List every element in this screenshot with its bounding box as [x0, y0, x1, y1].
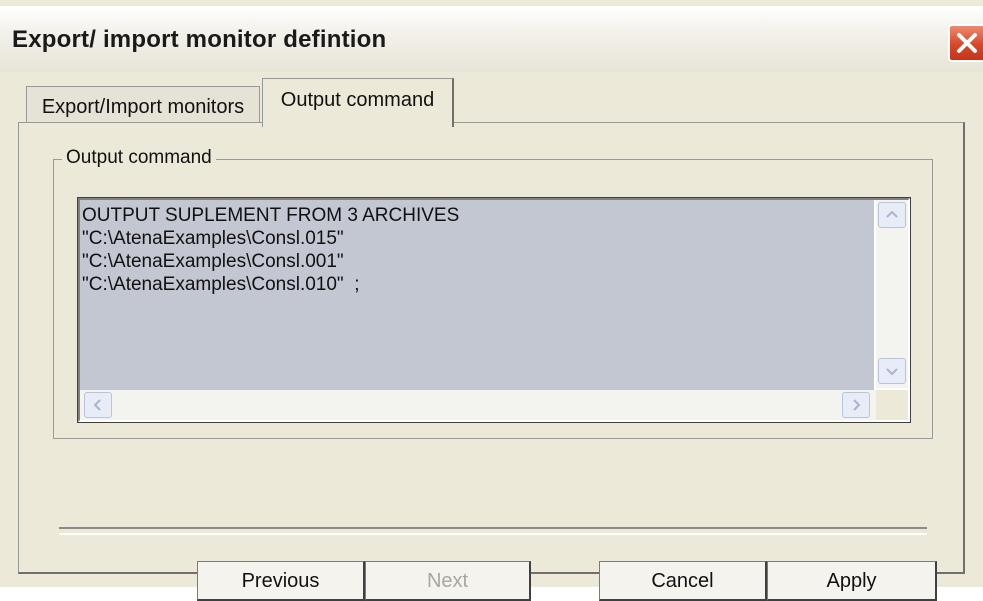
tab-export-import-monitors[interactable]: Export/Import monitors [26, 86, 260, 126]
window-title: Export/ import monitor defintion [12, 26, 387, 53]
tab-label: Output command [280, 89, 435, 111]
command-line-4: "C:\AtenaExamples\Consl.010" ; [82, 274, 360, 295]
scroll-up-button[interactable] [878, 202, 906, 228]
tab-output-command[interactable]: Output command [262, 78, 454, 127]
scroll-right-button[interactable] [842, 392, 870, 418]
apply-button[interactable]: Apply [767, 561, 937, 601]
output-command-textarea[interactable]: OUTPUT SUPLEMENT FROM 3 ARCHIVES "C:\Ate… [77, 197, 911, 423]
scroll-up-icon [886, 210, 898, 218]
command-line-2: "C:\AtenaExamples\Consl.015" [82, 228, 344, 249]
dialog-window: Export/ import monitor defintion Export/… [0, 0, 983, 601]
vertical-scrollbar[interactable] [876, 200, 908, 388]
title-bar[interactable]: Export/ import monitor defintion [0, 6, 983, 72]
scroll-down-icon [886, 368, 898, 376]
scroll-down-button[interactable] [878, 358, 906, 384]
dialog-client-area: Export/Import monitors Output command Ou… [0, 72, 983, 601]
close-button[interactable] [948, 24, 983, 62]
next-button[interactable]: Next [365, 561, 531, 601]
output-command-group: Output command OUTPUT SUPLEMENT FROM 3 A… [53, 147, 933, 439]
scroll-left-icon [93, 399, 101, 411]
group-label: Output command [62, 147, 216, 169]
horizontal-scrollbar[interactable] [80, 390, 876, 420]
previous-button[interactable]: Previous [197, 561, 365, 601]
command-text: OUTPUT SUPLEMENT FROM 3 ARCHIVES "C:\Ate… [82, 204, 872, 384]
tab-panel: Output command OUTPUT SUPLEMENT FROM 3 A… [18, 122, 965, 601]
close-icon [957, 33, 977, 53]
cancel-button[interactable]: Cancel [599, 561, 767, 601]
scroll-right-icon [853, 399, 861, 411]
command-line-1: OUTPUT SUPLEMENT FROM 3 ARCHIVES [82, 205, 460, 226]
separator-line [59, 527, 927, 535]
scroll-left-button[interactable] [84, 392, 112, 418]
tab-label: Export/Import monitors [41, 96, 245, 118]
command-line-3: "C:\AtenaExamples\Consl.001" [82, 251, 344, 272]
scrollbar-corner [876, 390, 908, 420]
